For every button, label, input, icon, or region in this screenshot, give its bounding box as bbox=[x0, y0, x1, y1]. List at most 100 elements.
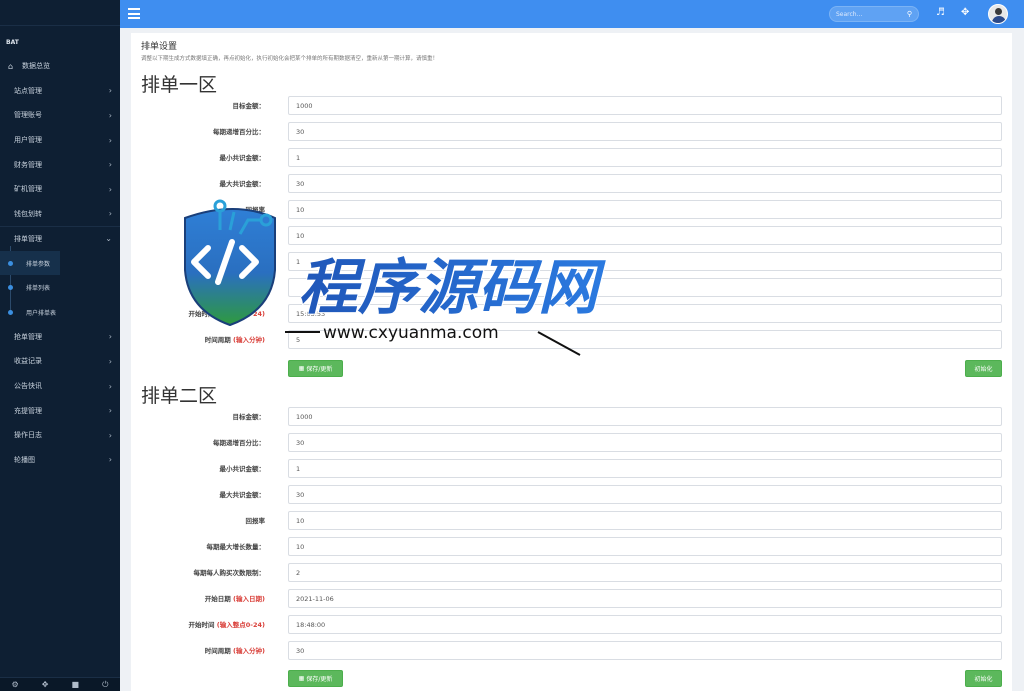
sidebar-top bbox=[0, 0, 120, 26]
sidebar-item-label: 充提管理 bbox=[14, 406, 42, 415]
field-label-text: 目标金额： bbox=[232, 413, 266, 421]
field-input[interactable] bbox=[288, 174, 1002, 193]
sidebar-item[interactable]: 公告快讯 › bbox=[0, 374, 120, 399]
field-hint: (输入日期) bbox=[233, 595, 265, 603]
search-icon[interactable]: ⚲ bbox=[907, 10, 912, 18]
chevron-right-icon: › bbox=[108, 455, 112, 465]
sidebar-item-label: 站点管理 bbox=[14, 86, 42, 95]
field-label: 最小共识金额： bbox=[220, 152, 266, 162]
field-input[interactable] bbox=[288, 96, 1002, 115]
field-input[interactable] bbox=[288, 226, 1002, 245]
sidebar-subitem-label: 排单参数 bbox=[26, 260, 51, 268]
form-row: 开始日期 (输入日期) bbox=[131, 589, 1012, 609]
button-label: 保存/更新 bbox=[306, 676, 333, 683]
tree-dot bbox=[8, 309, 13, 315]
field-label: 每期递增百分比： bbox=[213, 126, 265, 136]
sidebar-item[interactable]: 用户管理 › bbox=[0, 128, 120, 153]
sidebar-item-label: 轮播图 bbox=[14, 455, 35, 464]
zone1-init-button[interactable]: 初始化 bbox=[965, 360, 1002, 377]
field-label: 最大共识金额： bbox=[220, 178, 266, 188]
save-icon: ▦ bbox=[298, 365, 305, 372]
field-input[interactable] bbox=[288, 278, 1002, 297]
sidebar-item[interactable]: 财务管理 › bbox=[0, 152, 120, 177]
sidebar-item-label: 数据总览 bbox=[22, 62, 50, 71]
field-input[interactable] bbox=[288, 433, 1002, 452]
chevron-right-icon: › bbox=[108, 86, 112, 96]
search-input[interactable] bbox=[836, 9, 900, 20]
chevron-right-icon: › bbox=[108, 209, 112, 219]
sidebar-item[interactable]: 管理账号 › bbox=[0, 103, 120, 128]
form-row bbox=[131, 252, 1012, 272]
fullscreen-icon[interactable]: ✥ bbox=[42, 680, 49, 689]
field-hint: (输入分钟) bbox=[233, 647, 265, 655]
form-row: 开始时间 (输入整点0-24) bbox=[131, 615, 1012, 635]
zone2-init-button[interactable]: 初始化 bbox=[965, 670, 1002, 687]
field-input[interactable] bbox=[288, 485, 1002, 504]
sidebar-item-label: 管理账号 bbox=[14, 111, 42, 120]
field-input[interactable] bbox=[288, 252, 1002, 271]
sidebar-subitem-queue-list[interactable]: 排单列表 bbox=[0, 275, 120, 300]
field-input[interactable] bbox=[288, 589, 1002, 608]
form-row: 最大共识金额： bbox=[131, 174, 1012, 194]
sidebar-item-dashboard[interactable]: ⌂ 数据总览 bbox=[0, 54, 120, 79]
sidebar-item[interactable]: 站点管理 › bbox=[0, 79, 120, 104]
field-label-text: 回报率 bbox=[245, 517, 266, 525]
lock-icon[interactable]: ■ bbox=[71, 680, 79, 689]
field-input[interactable] bbox=[288, 148, 1002, 167]
button-label: 初始化 bbox=[974, 676, 993, 683]
sidebar-item[interactable]: 矿机管理 › bbox=[0, 177, 120, 202]
sidebar-subitem-queue-params[interactable]: 排单参数 bbox=[0, 250, 60, 276]
button-label: 保存/更新 bbox=[306, 366, 333, 373]
form-row: 每期最大增长数量： bbox=[131, 537, 1012, 557]
power-icon[interactable]: ⏻ bbox=[102, 680, 108, 690]
field-input[interactable] bbox=[288, 330, 1002, 349]
field-label-text: 最大共识金额： bbox=[219, 180, 266, 188]
sidebar-brand: BAT bbox=[6, 38, 19, 46]
field-input[interactable] bbox=[288, 615, 1002, 634]
field-input[interactable] bbox=[288, 200, 1002, 219]
field-label: 开始时间 (输入整点0-24) bbox=[189, 619, 265, 629]
content-panel: 排单设置 调整以下期生成方式数据填正确，再点初始化，执行初始化会把某个排单的所有… bbox=[131, 33, 1012, 691]
form-row: 最小共识金额： bbox=[131, 459, 1012, 479]
field-input[interactable] bbox=[288, 122, 1002, 141]
zone2-save-button[interactable]: ▦ 保存/更新 bbox=[288, 670, 343, 687]
bell-icon[interactable]: ♬ bbox=[936, 7, 945, 18]
form-row bbox=[131, 278, 1012, 298]
zone1-save-button[interactable]: ▦ 保存/更新 bbox=[288, 360, 343, 377]
form-row bbox=[131, 226, 1012, 246]
field-input[interactable] bbox=[288, 641, 1002, 660]
field-label: 每期最大增长数量： bbox=[207, 541, 266, 551]
zone1-title: 排单一区 bbox=[141, 74, 218, 96]
sidebar-subitem-user-queue[interactable]: 用户排单表 bbox=[0, 300, 120, 325]
sidebar-item[interactable]: 轮播图 › bbox=[0, 448, 120, 473]
field-input[interactable] bbox=[288, 407, 1002, 426]
field-label: 时间周期 (输入分钟) bbox=[205, 334, 265, 344]
fullscreen-icon[interactable]: ✥ bbox=[961, 7, 969, 18]
sidebar-item-label: 财务管理 bbox=[14, 160, 42, 169]
field-input[interactable] bbox=[288, 459, 1002, 478]
avatar[interactable] bbox=[988, 4, 1008, 24]
tree-dot bbox=[8, 285, 13, 291]
menu-icon[interactable] bbox=[128, 8, 140, 19]
field-input[interactable] bbox=[288, 563, 1002, 582]
field-label: 每期每人购买次数限制： bbox=[194, 567, 266, 577]
form-row: 每期递增百分比： bbox=[131, 122, 1012, 142]
field-input[interactable] bbox=[288, 537, 1002, 556]
field-input[interactable] bbox=[288, 304, 1002, 323]
form-row: 回报率 bbox=[131, 200, 1012, 220]
sidebar-item[interactable]: 充提管理 › bbox=[0, 398, 120, 423]
save-icon: ▦ bbox=[298, 675, 305, 682]
sidebar-item-queue[interactable]: 排单管理 ⌄ bbox=[0, 226, 120, 251]
gear-icon[interactable]: ⚙ bbox=[12, 680, 19, 689]
chevron-right-icon: › bbox=[108, 430, 112, 440]
sidebar-item[interactable]: 收益记录 › bbox=[0, 349, 120, 374]
sidebar-item[interactable]: 抢单管理 › bbox=[0, 325, 120, 350]
sidebar-item-label: 矿机管理 bbox=[14, 185, 42, 194]
sidebar-item[interactable]: 钱包划转 › bbox=[0, 202, 120, 227]
home-icon: ⌂ bbox=[8, 61, 14, 71]
field-label-text: 每期递增百分比： bbox=[213, 439, 265, 447]
top-header: ⚲ ♬ ✥ bbox=[120, 0, 1024, 28]
sidebar-item[interactable]: 操作日志 › bbox=[0, 423, 120, 448]
field-input[interactable] bbox=[288, 511, 1002, 530]
field-label-text: 最小共识金额： bbox=[219, 465, 266, 473]
